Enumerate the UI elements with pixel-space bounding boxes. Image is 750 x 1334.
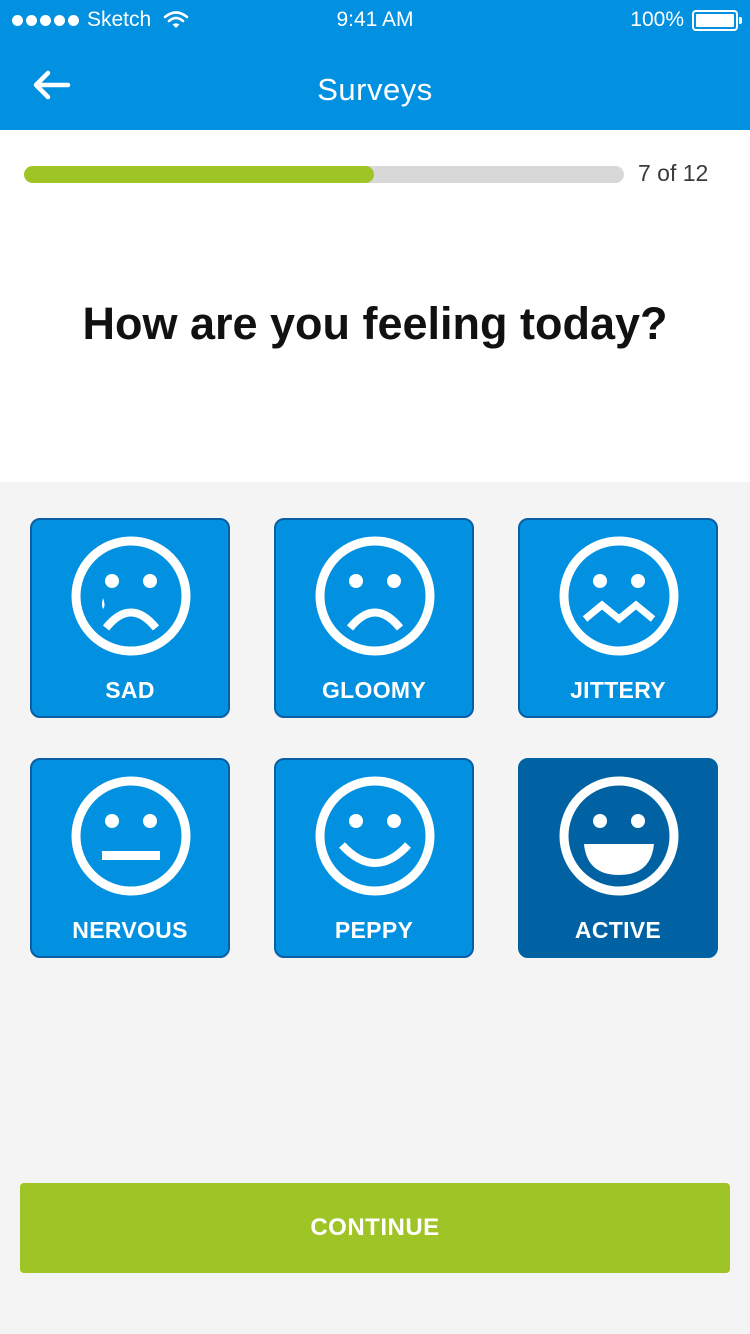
mood-tile-active[interactable]: ACTIVE (518, 758, 718, 958)
progress-fill (24, 166, 374, 183)
battery-percent: 100% (630, 8, 684, 31)
frown-face-icon (315, 536, 435, 656)
mood-tile-jittery[interactable]: JITTERY (518, 518, 718, 718)
continue-button[interactable]: CONTINUE (20, 1183, 730, 1273)
status-bar: Sketch 9:41 AM 100% (0, 0, 750, 40)
mood-label-active: ACTIVE (574, 917, 662, 943)
page-title: Surveys (317, 72, 433, 107)
mood-label-nervous: NERVOUS (72, 917, 188, 943)
mood-tile-sad[interactable]: SAD (30, 518, 230, 718)
status-right: 100% (630, 8, 742, 32)
open-grin-face-icon (559, 776, 679, 896)
mood-tile-gloomy[interactable]: GLOOMY (274, 518, 474, 718)
mood-tile-nervous[interactable]: NERVOUS (30, 758, 230, 958)
mood-label-peppy: PEPPY (334, 917, 414, 943)
question-area: 7 of 12 How are you feeling today? (0, 130, 750, 482)
mood-tile-peppy[interactable]: PEPPY (274, 758, 474, 958)
battery-icon (692, 9, 742, 31)
sad-tear-face-icon (71, 536, 191, 656)
mood-label-sad: SAD (105, 677, 155, 703)
zigzag-mouth-face-icon (559, 536, 679, 656)
mood-label-jittery: JITTERY (570, 677, 666, 703)
neutral-face-icon (71, 776, 191, 896)
app-header: Sketch 9:41 AM 100% Surveys (0, 0, 750, 130)
progress-label: 7 of 12 (638, 160, 709, 186)
mood-label-gloomy: GLOOMY (321, 677, 427, 703)
progress-bar (24, 166, 624, 183)
smile-face-icon (315, 776, 435, 896)
question-title: How are you feeling today? (82, 298, 668, 349)
